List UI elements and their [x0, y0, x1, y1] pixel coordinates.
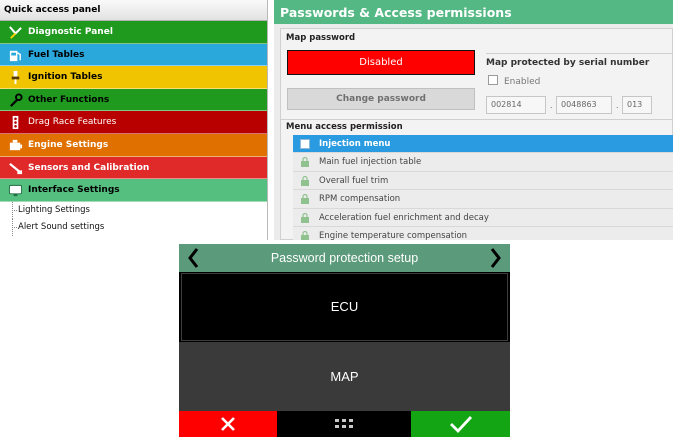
serial-protection-group: Map protected by serial number Enabled 0…	[486, 53, 673, 115]
serial-enabled-label: Enabled	[504, 77, 541, 87]
serial-protection-title: Map protected by serial number	[486, 58, 650, 68]
category-fuel-tables[interactable]: Fuel Tables	[0, 43, 267, 67]
category-label: Other Functions	[28, 94, 110, 105]
change-password-button[interactable]: Change password	[287, 88, 475, 110]
sub-item-alert-sound-settings[interactable]: Alert Sound settings	[0, 218, 267, 236]
device-title: Password protection setup	[270, 251, 419, 265]
menu-row[interactable]: Acceleration fuel enrichment and decay	[293, 208, 673, 227]
serial-field-2[interactable]: 0048863	[556, 96, 612, 114]
device-option-map[interactable]: MAP	[179, 342, 510, 411]
serial-separator: .	[616, 101, 619, 110]
passwords-panel-title: Passwords & Access permissions	[274, 0, 673, 24]
checkmark-icon	[450, 416, 473, 434]
device-screen: Password protection setup ECU MAP	[179, 244, 510, 437]
menu-row-label: Main fuel injection table	[319, 157, 422, 168]
category-label: Ignition Tables	[28, 72, 103, 83]
wrench-icon	[10, 93, 23, 107]
serial-separator: .	[550, 101, 553, 110]
lock-icon	[301, 175, 309, 186]
category-interface-settings[interactable]: Interface Settings	[0, 179, 267, 202]
engine-icon	[9, 139, 23, 151]
monitor-icon	[8, 185, 23, 197]
category-sensors-calibration[interactable]: Sensors and Calibration	[0, 156, 267, 180]
category-label: Sensors and Calibration	[28, 162, 150, 173]
quick-access-panel: Quick access panel Diagnostic Panel Fuel…	[0, 0, 268, 240]
map-password-disabled-button[interactable]: Disabled	[287, 50, 475, 75]
lock-icon	[301, 212, 309, 223]
category-diagnostic-panel[interactable]: Diagnostic Panel	[0, 21, 267, 44]
menu-access-permission-label: Menu access permission	[281, 119, 673, 134]
category-label: Interface Settings	[28, 185, 120, 196]
software-window: Quick access panel Diagnostic Panel Fuel…	[0, 0, 673, 240]
menu-row-label: Engine temperature compensation	[319, 231, 468, 240]
grid-icon	[335, 419, 353, 428]
menu-checkbox[interactable]	[300, 139, 310, 149]
diagnostic-icon	[9, 26, 22, 39]
menu-row-injection-menu[interactable]: Injection menu	[293, 135, 673, 154]
sensor-icon	[9, 162, 23, 174]
confirm-button[interactable]	[411, 411, 510, 437]
previous-arrow-icon[interactable]	[183, 245, 205, 271]
cancel-button[interactable]	[179, 411, 277, 437]
menu-row[interactable]: RPM compensation	[293, 190, 673, 209]
lock-icon	[301, 194, 309, 205]
category-label: Fuel Tables	[28, 49, 85, 60]
menu-row-label: Acceleration fuel enrichment and decay	[319, 212, 489, 223]
fuel-pump-icon	[9, 50, 21, 61]
menu-button[interactable]	[277, 411, 411, 437]
lock-icon	[301, 157, 309, 168]
category-other-functions[interactable]: Other Functions	[0, 88, 267, 112]
menu-row[interactable]: Overall fuel trim	[293, 171, 673, 191]
serial-field-3[interactable]: 013	[622, 96, 652, 114]
close-icon	[221, 417, 235, 431]
lock-icon	[301, 231, 309, 240]
category-label: Drag Race Features	[28, 117, 117, 128]
category-label: Diagnostic Panel	[28, 27, 113, 37]
category-label: Engine Settings	[28, 139, 109, 150]
menu-row-label: RPM compensation	[319, 194, 401, 205]
sub-item-lighting-settings[interactable]: Lighting Settings	[0, 201, 267, 219]
device-option-ecu[interactable]: ECU	[181, 273, 508, 341]
passwords-panel: Passwords & Access permissions Map passw…	[274, 0, 673, 240]
category-ignition-tables[interactable]: Ignition Tables	[0, 66, 267, 89]
category-engine-settings[interactable]: Engine Settings	[0, 133, 267, 157]
menu-row-label: Injection menu	[319, 139, 391, 149]
checkbox-box[interactable]	[488, 75, 498, 85]
device-footer	[179, 411, 510, 437]
passwords-panel-body: Map password Disabled Change password Ma…	[280, 28, 673, 240]
menu-row-label: Overall fuel trim	[319, 175, 389, 186]
serial-enabled-checkbox[interactable]: Enabled	[488, 75, 540, 87]
next-arrow-icon[interactable]	[484, 245, 506, 271]
drag-tree-icon	[12, 116, 19, 130]
serial-field-1[interactable]: 002814	[486, 96, 546, 114]
quick-access-title: Quick access panel	[0, 0, 267, 21]
menu-row[interactable]: Engine temperature compensation	[293, 227, 673, 240]
map-password-label: Map password	[286, 33, 356, 43]
category-drag-race-features[interactable]: Drag Race Features	[0, 111, 267, 134]
menu-row[interactable]: Main fuel injection table	[293, 153, 673, 172]
spark-plug-icon	[11, 71, 20, 85]
